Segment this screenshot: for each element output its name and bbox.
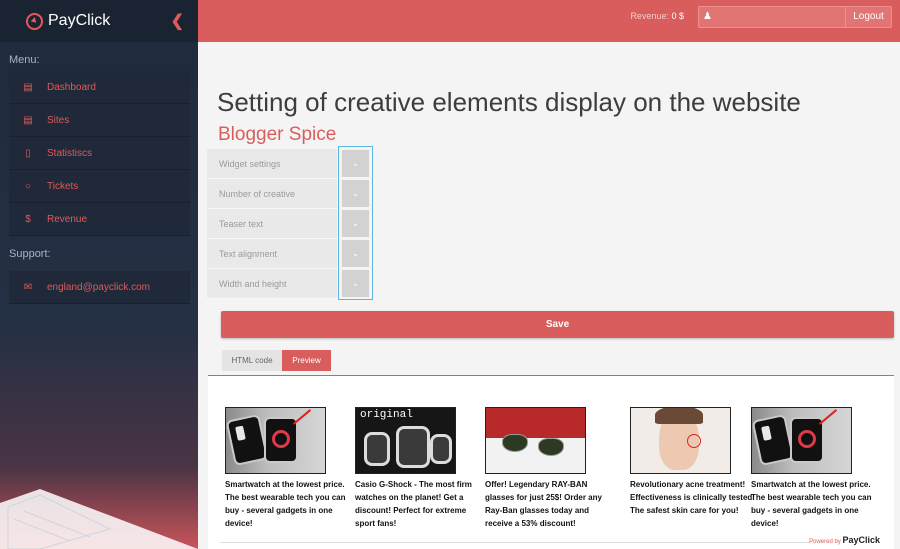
teaser-image[interactable] bbox=[485, 407, 586, 474]
image-label: original bbox=[360, 409, 413, 421]
teaser-card[interactable]: Revolutionary acne treatment! Effectiven… bbox=[630, 407, 755, 517]
payclick-logo-icon[interactable] bbox=[26, 12, 43, 30]
brand-header: PayClick ❮ bbox=[0, 0, 198, 42]
chevron-down-icon[interactable]: ⌄ bbox=[342, 270, 369, 297]
chevron-down-icon[interactable]: ⌄ bbox=[342, 150, 369, 177]
setting-number-of-creative[interactable]: Number of creative bbox=[207, 179, 337, 209]
teaser-text[interactable]: Offer! Legendary RAY-BAN glasses for jus… bbox=[485, 478, 610, 530]
teaser-image[interactable] bbox=[225, 407, 326, 474]
settings-expanders: ⌄ ⌄ ⌄ ⌄ ⌄ bbox=[338, 146, 373, 300]
save-button[interactable]: Save bbox=[221, 311, 894, 338]
teaser-image[interactable] bbox=[751, 407, 852, 474]
teaser-image[interactable]: original bbox=[355, 407, 456, 474]
sidebar-item-statistics[interactable]: ▯ Statistiscs bbox=[9, 137, 190, 170]
list-icon: ▤ bbox=[23, 81, 33, 93]
sidebar-item-sites[interactable]: ▤ Sites bbox=[9, 104, 190, 137]
revenue-value: 0 $ bbox=[671, 11, 684, 21]
powered-by[interactable]: Powered by PayClick bbox=[809, 535, 880, 545]
support-email-link[interactable]: ✉ england@payclick.com bbox=[9, 271, 190, 304]
chat-icon: ○ bbox=[24, 180, 32, 192]
sidebar-item-dashboard[interactable]: ▤ Dashboard bbox=[9, 71, 190, 104]
sidebar-item-label: Revenue bbox=[47, 213, 88, 225]
revenue-label: Revenue: bbox=[630, 11, 669, 21]
teaser-card[interactable]: Smartwatch at the lowest price. The best… bbox=[751, 407, 876, 530]
bar-chart-icon: ▯ bbox=[25, 147, 31, 159]
envelope-icon: ✉ bbox=[23, 281, 33, 293]
setting-widget-settings[interactable]: Widget settings bbox=[207, 149, 337, 179]
sidebar-item-label: Statistiscs bbox=[47, 147, 93, 159]
teaser-card[interactable]: Offer! Legendary RAY-BAN glasses for jus… bbox=[485, 407, 610, 530]
setting-text-alignment[interactable]: Text alignment bbox=[207, 239, 337, 269]
teaser-card[interactable]: original Casio G-Shock - The most firm w… bbox=[355, 407, 480, 530]
site-name: Blogger Spice bbox=[218, 124, 337, 145]
teaser-text[interactable]: Smartwatch at the lowest price. The best… bbox=[225, 478, 350, 530]
divider bbox=[220, 542, 810, 543]
support-email: england@payclick.com bbox=[47, 281, 150, 293]
preview-panel: Smartwatch at the lowest price. The best… bbox=[208, 375, 894, 549]
logout-button[interactable]: Logout bbox=[845, 7, 891, 27]
document-icon: ▤ bbox=[23, 114, 33, 126]
sidebar-item-revenue[interactable]: $ Revenue bbox=[9, 203, 190, 236]
dollar-icon: $ bbox=[25, 213, 31, 225]
page-title: Setting of creative elements display on … bbox=[217, 87, 801, 117]
teaser-text[interactable]: Casio G-Shock - The most firm watches on… bbox=[355, 478, 480, 530]
chevron-down-icon[interactable]: ⌄ bbox=[342, 180, 369, 207]
sidebar-item-label: Sites bbox=[47, 114, 70, 126]
setting-width-and-height[interactable]: Width and height bbox=[207, 269, 337, 299]
powered-by-brand: PayClick bbox=[842, 535, 880, 545]
chevron-down-icon[interactable]: ⌄ bbox=[342, 240, 369, 267]
users-icon: ♟ bbox=[703, 11, 712, 22]
user-menu[interactable]: ♟ Logout bbox=[698, 6, 892, 28]
powered-by-label: Powered by bbox=[809, 539, 841, 545]
support-heading: Support: bbox=[9, 248, 51, 260]
top-bar: Revenue: 0 $ ♟ Logout bbox=[198, 0, 900, 42]
sidebar-item-label: Dashboard bbox=[47, 81, 96, 93]
sidebar-item-label: Tickets bbox=[47, 180, 79, 192]
revenue-display: Revenue: 0 $ bbox=[630, 11, 684, 21]
sidebar-item-tickets[interactable]: ○ Tickets bbox=[9, 170, 190, 203]
chevron-down-icon[interactable]: ⌄ bbox=[342, 210, 369, 237]
sidebar: PayClick ❮ Menu: ▤ Dashboard ▤ Sites ▯ S… bbox=[0, 0, 198, 549]
teaser-card[interactable]: Smartwatch at the lowest price. The best… bbox=[225, 407, 350, 530]
settings-list: Widget settings Number of creative Tease… bbox=[207, 149, 337, 299]
collapse-sidebar-icon[interactable]: ❮ bbox=[171, 11, 184, 31]
teaser-text[interactable]: Smartwatch at the lowest price. The best… bbox=[751, 478, 876, 530]
tab-html-code[interactable]: HTML code bbox=[222, 350, 282, 371]
menu-heading: Menu: bbox=[9, 54, 40, 66]
teaser-text[interactable]: Revolutionary acne treatment! Effectiven… bbox=[630, 478, 755, 517]
teaser-image[interactable] bbox=[630, 407, 731, 474]
sidebar-decoration bbox=[0, 489, 198, 549]
brand-name[interactable]: PayClick bbox=[48, 12, 110, 30]
setting-teaser-text[interactable]: Teaser text bbox=[207, 209, 337, 239]
tab-preview[interactable]: Preview bbox=[282, 350, 331, 371]
